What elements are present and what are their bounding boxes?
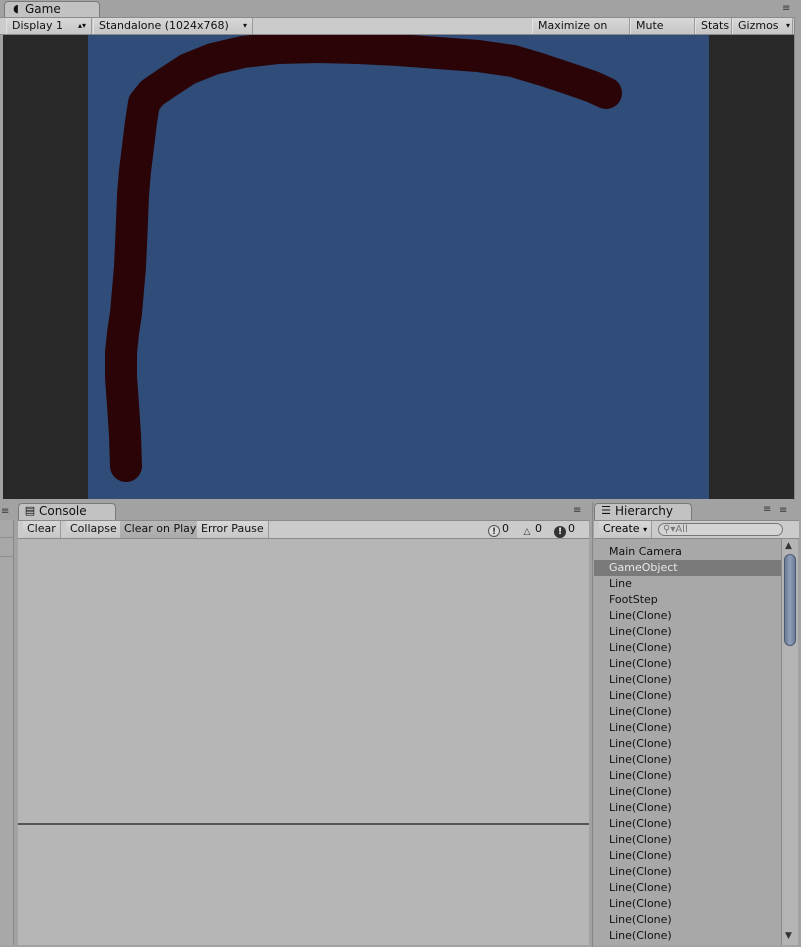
game-panel: ◖ Game Display 1 ▴▾ Standalone (1024x768… [0, 0, 801, 500]
game-canvas[interactable] [88, 35, 709, 499]
collapse-toggle[interactable]: Collapse [66, 521, 122, 538]
console-log-list[interactable] [18, 539, 589, 823]
hierarchy-item[interactable]: Main Camera [594, 544, 781, 560]
hierarchy-item[interactable]: Line(Clone) [594, 800, 781, 816]
tab-console-label: Console [39, 504, 87, 518]
hierarchy-item[interactable]: Line(Clone) [594, 832, 781, 848]
console-panel-menu-icon[interactable] [573, 507, 581, 515]
game-tab-strip: ◖ Game [0, 0, 801, 18]
hierarchy-item[interactable]: Line(Clone) [594, 720, 781, 736]
display-select-label: Display 1 [12, 19, 64, 32]
hierarchy-toolbar: Create ▾ ⚲▾All [594, 520, 799, 539]
error-count-toggle[interactable]: ! 0 [554, 521, 575, 538]
chevron-down-icon: ▾ [242, 21, 247, 30]
hierarchy-item[interactable]: Line(Clone) [594, 672, 781, 688]
aspect-select-label: Standalone (1024x768) [99, 19, 229, 32]
hierarchy-item[interactable]: Line(Clone) [594, 736, 781, 752]
game-toolbar: Display 1 ▴▾ Standalone (1024x768) ▾ Max… [0, 17, 801, 47]
hierarchy-item[interactable]: Line(Clone) [594, 656, 781, 672]
left-panel-edge [0, 520, 14, 945]
drawn-line [105, 35, 622, 482]
console-toolbar: Clear Collapse Clear on Play Error Pause… [18, 520, 589, 539]
hierarchy-item[interactable]: Line(Clone) [594, 896, 781, 912]
lock-icon[interactable] [763, 506, 771, 514]
chevron-down-icon: ▾ [785, 21, 790, 30]
mute-audio-toggle[interactable]: Mute audio [630, 18, 695, 47]
game-pacman-icon: ◖ [13, 2, 19, 15]
hierarchy-item[interactable]: FootStep [594, 592, 781, 608]
hierarchy-item[interactable]: Line(Clone) [594, 688, 781, 704]
clear-on-play-toggle[interactable]: Clear on Play [120, 521, 202, 538]
hierarchy-item[interactable]: Line(Clone) [594, 848, 781, 864]
hierarchy-item[interactable]: Line(Clone) [594, 752, 781, 768]
hierarchy-list: Main Camera GameObject Line FootStep Line(Cl… [594, 539, 781, 945]
game-right-edge [794, 17, 801, 500]
hierarchy-item[interactable]: Line [594, 576, 781, 592]
info-count-toggle[interactable]: ! 0 [488, 521, 509, 538]
create-dropdown[interactable]: Create ▾ [599, 521, 653, 538]
gutter-line [0, 556, 14, 557]
left-panel-menu-icon[interactable] [1, 508, 9, 516]
console-panel: ▤ Console Clear Collapse Clear on Play E… [0, 502, 592, 947]
drawn-stroke [105, 35, 622, 482]
gizmos-label: Gizmos [738, 19, 779, 32]
display-select[interactable]: Display 1 ▴▾ [6, 18, 92, 34]
chevron-down-icon: ▾ [643, 525, 648, 534]
console-icon: ▤ [24, 504, 36, 517]
hierarchy-panel: ☰ Hierarchy Create ▾ ⚲▾All Main CameraGa… [592, 502, 801, 947]
game-viewport [3, 35, 794, 499]
hierarchy-item[interactable]: Line(Clone) [594, 784, 781, 800]
maximize-on-play-toggle[interactable]: Maximize on Play [532, 18, 630, 47]
scroll-down-icon[interactable]: ▼ [785, 931, 792, 941]
hierarchy-search-input[interactable]: ⚲▾All [658, 523, 783, 536]
tab-game[interactable]: ◖ Game [4, 1, 100, 18]
stats-toggle[interactable]: Stats [695, 18, 732, 34]
aspect-select[interactable]: Standalone (1024x768) ▾ [93, 18, 253, 34]
gutter-line [0, 537, 14, 538]
hierarchy-item[interactable]: Line(Clone) [594, 768, 781, 784]
warning-count-toggle[interactable]: △ 0 [521, 521, 542, 538]
console-detail-area[interactable] [18, 825, 589, 945]
scroll-up-icon[interactable]: ▲ [785, 541, 792, 551]
hierarchy-list-icon: ☰ [601, 504, 611, 517]
warning-icon: △ [523, 527, 531, 537]
tab-hierarchy-label: Hierarchy [615, 504, 674, 518]
hierarchy-item[interactable]: Line(Clone) [594, 880, 781, 896]
search-placeholder: All [675, 524, 688, 535]
hierarchy-item[interactable]: Line(Clone) [594, 624, 781, 640]
hierarchy-scrollbar[interactable]: ▲ ▼ [781, 539, 798, 945]
tab-game-label: Game [25, 2, 61, 16]
hierarchy-item[interactable]: Line(Clone) [594, 928, 781, 944]
tab-hierarchy[interactable]: ☰ Hierarchy [594, 503, 692, 520]
hierarchy-item[interactable]: Line(Clone) [594, 912, 781, 928]
hierarchy-item[interactable]: Line(Clone) [594, 608, 781, 624]
error-count: 0 [568, 522, 575, 535]
error-icon: ! [554, 526, 566, 538]
info-icon: ! [488, 525, 500, 537]
hierarchy-item[interactable]: Line(Clone) [594, 640, 781, 656]
clear-button[interactable]: Clear [23, 521, 61, 538]
info-count: 0 [502, 522, 509, 535]
create-label: Create [603, 522, 640, 535]
hierarchy-item[interactable]: Line(Clone) [594, 864, 781, 880]
tab-console[interactable]: ▤ Console [18, 503, 116, 520]
hierarchy-panel-menu-icon[interactable] [779, 507, 787, 515]
hierarchy-item[interactable]: Line(Clone) [594, 704, 781, 720]
game-panel-menu-icon[interactable] [782, 5, 790, 13]
warning-count: 0 [535, 522, 542, 535]
chevron-down-icon: ▴▾ [77, 21, 86, 30]
scroll-thumb[interactable] [784, 554, 796, 646]
error-pause-toggle[interactable]: Error Pause [197, 521, 269, 538]
hierarchy-item[interactable]: GameObject [594, 560, 781, 576]
gizmos-dropdown[interactable]: Gizmos ▾ [732, 18, 793, 34]
hierarchy-item[interactable]: Line(Clone) [594, 816, 781, 832]
search-icon: ⚲▾ [663, 524, 676, 535]
